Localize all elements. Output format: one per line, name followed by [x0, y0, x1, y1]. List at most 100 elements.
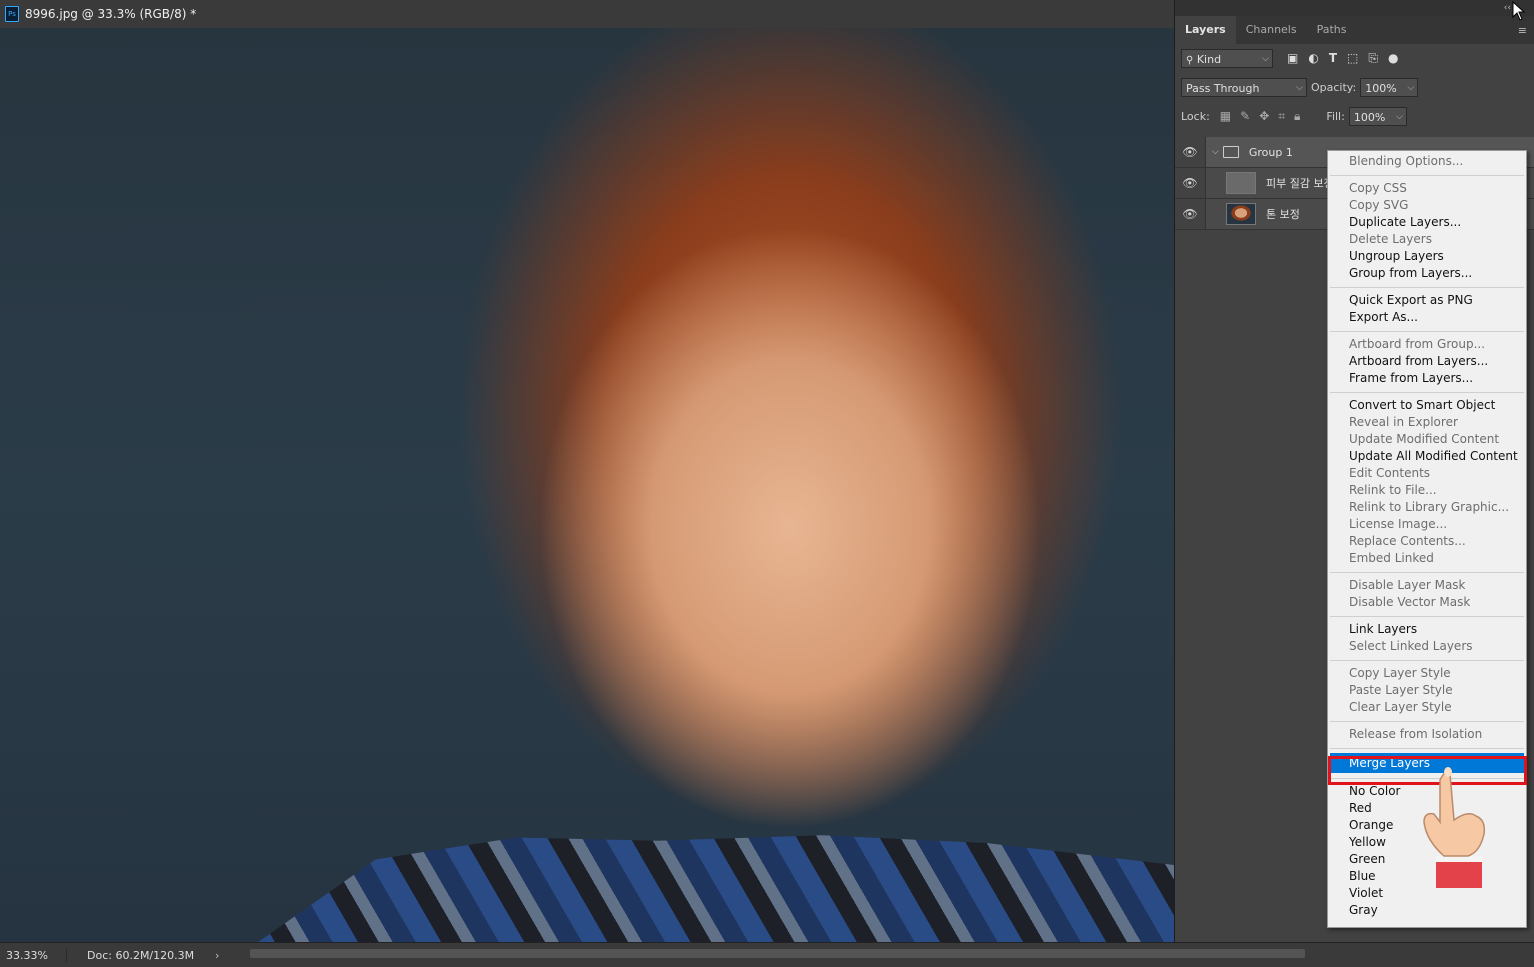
menu-item-replace-contents: Replace Contents... [1349, 534, 1466, 548]
opacity-value: 100% [1365, 82, 1397, 95]
menu-item-green[interactable]: Green [1328, 851, 1526, 868]
filter-row: ⚲ Kind ⌵ ▣ ◐ T ⬚ ⎘ ● [1175, 44, 1534, 73]
lock-row: Lock: ▦ ✎ ✥ ⌗ 🔒︎ Fill: 100% ⌵ [1175, 102, 1534, 131]
menu-item-group-from-layers[interactable]: Group from Layers... [1328, 265, 1526, 282]
fill-label: Fill: [1326, 110, 1345, 123]
filter-toggle-icon[interactable]: ● [1388, 51, 1398, 66]
menu-item-convert-to-smart-object[interactable]: Convert to Smart Object [1328, 397, 1526, 414]
lock-label: Lock: [1181, 110, 1210, 123]
document-tab[interactable]: Ps 8996.jpg @ 33.3% (RGB/8) * [0, 0, 1174, 29]
mouse-cursor-icon [1512, 1, 1526, 21]
menu-item-clear-layer-style: Clear Layer Style [1349, 700, 1452, 714]
menu-item-duplicate-layers[interactable]: Duplicate Layers... [1328, 214, 1526, 231]
layer-thumbnail [1226, 172, 1256, 194]
zoom-level[interactable]: 33.33% [0, 949, 66, 962]
chevron-down-icon: ⌵ [1407, 83, 1415, 93]
menu-item-select-linked-layers: Select Linked Layers [1349, 639, 1473, 653]
document-size: Doc: 60.2M/120.3M [66, 948, 215, 962]
menu-item-disable-layer-mask: Disable Layer Mask [1349, 578, 1466, 592]
menu-separator [1330, 616, 1524, 617]
smart-object-filter-icon[interactable]: ⎘ [1368, 51, 1378, 66]
status-bar: 33.33% Doc: 60.2M/120.3M › [0, 942, 1534, 967]
menu-item-orange[interactable]: Orange [1328, 817, 1526, 834]
menu-separator [1330, 287, 1524, 288]
eye-icon[interactable]: 👁︎ [1175, 145, 1205, 159]
menu-separator [1330, 778, 1524, 779]
adjustment-filter-icon[interactable]: ◐ [1308, 51, 1318, 66]
lock-position-icon[interactable]: ✥ [1259, 109, 1269, 124]
shape-filter-icon[interactable]: ⬚ [1347, 51, 1358, 66]
menu-item-license-image: License Image... [1349, 517, 1448, 531]
chevron-down-icon[interactable]: ⌵ [1212, 147, 1219, 157]
lock-transparent-icon[interactable]: ▦ [1220, 109, 1231, 124]
blend-mode-select[interactable]: Pass Through ⌵ [1181, 78, 1307, 97]
search-icon: ⚲ [1186, 55, 1194, 66]
menu-separator [1330, 331, 1524, 332]
lock-artboard-icon[interactable]: ⌗ [1278, 109, 1285, 124]
document-title: 8996.jpg @ 33.3% (RGB/8) * [25, 7, 197, 21]
menu-separator [1330, 392, 1524, 393]
pixel-filter-icon[interactable]: ▣ [1287, 51, 1298, 66]
chevron-down-icon: ⌵ [1396, 112, 1403, 122]
filter-kind-value: Kind [1196, 53, 1222, 66]
menu-item-frame-from-layers[interactable]: Frame from Layers... [1328, 370, 1526, 387]
menu-item-violet[interactable]: Violet [1328, 885, 1526, 902]
menu-item-ungroup-layers[interactable]: Ungroup Layers [1328, 248, 1526, 265]
menu-item-delete-layers: Delete Layers [1349, 232, 1432, 246]
lock-image-icon[interactable]: ✎ [1240, 109, 1250, 124]
fill-field[interactable]: 100% ⌵ [1348, 107, 1407, 126]
opacity-label: Opacity: [1311, 81, 1357, 94]
layer-name: Group 1 [1248, 145, 1293, 159]
menu-item-disable-vector-mask: Disable Vector Mask [1349, 595, 1471, 609]
image-canvas[interactable] [0, 28, 1174, 942]
menu-item-copy-svg: Copy SVG [1349, 198, 1409, 212]
menu-separator [1330, 572, 1524, 573]
menu-item-release-from-isolation: Release from Isolation [1349, 727, 1483, 741]
menu-item-artboard-from-group: Artboard from Group... [1349, 337, 1486, 351]
menu-item-copy-css: Copy CSS [1349, 181, 1407, 195]
menu-item-link-layers[interactable]: Link Layers [1328, 621, 1526, 638]
opacity-field[interactable]: 100% ⌵ [1360, 78, 1419, 97]
menu-item-export-as[interactable]: Export As... [1328, 309, 1526, 326]
filter-kind-select[interactable]: ⚲ Kind ⌵ [1181, 49, 1273, 68]
lock-all-icon[interactable]: 🔒︎ [1294, 109, 1300, 124]
tab-channels[interactable]: Channels [1236, 16, 1307, 44]
menu-item-embed-linked: Embed Linked [1349, 551, 1434, 565]
photoshop-icon: Ps [5, 6, 19, 22]
eye-icon[interactable]: 👁︎ [1175, 207, 1205, 221]
tab-layers[interactable]: Layers [1175, 16, 1236, 44]
menu-separator [1330, 721, 1524, 722]
blend-row: Pass Through ⌵ Opacity: 100% ⌵ [1175, 73, 1534, 102]
menu-item-relink-to-library-graphic: Relink to Library Graphic... [1349, 500, 1510, 514]
menu-item-blue[interactable]: Blue [1328, 868, 1526, 885]
hamburger-icon[interactable]: ≡ [1518, 24, 1527, 37]
menu-item-update-all-modified-content[interactable]: Update All Modified Content [1328, 448, 1526, 465]
menu-separator [1330, 660, 1524, 661]
menu-item-artboard-from-layers[interactable]: Artboard from Layers... [1328, 353, 1526, 370]
panel-header: ‹‹ [1175, 0, 1534, 16]
type-filter-icon[interactable]: T [1329, 51, 1337, 66]
horizontal-scrollbar[interactable] [250, 949, 1305, 958]
menu-item-merge-layers[interactable]: Merge Layers [1330, 753, 1524, 773]
menu-item-update-modified-content: Update Modified Content [1349, 432, 1500, 446]
blend-mode-value: Pass Through [1186, 82, 1260, 95]
menu-separator [1330, 748, 1524, 749]
chevron-down-icon: ⌵ [1262, 54, 1269, 64]
folder-icon [1222, 146, 1239, 158]
menu-item-relink-to-file: Relink to File... [1349, 483, 1437, 497]
chevron-right-icon[interactable]: › [215, 949, 235, 962]
layer-name: 톤 보정 [1266, 208, 1300, 221]
menu-item-gray[interactable]: Gray [1328, 902, 1526, 919]
menu-item-red[interactable]: Red [1328, 800, 1526, 817]
collapse-panel-icon[interactable]: ‹‹ [1504, 3, 1511, 13]
layer-name: 피부 질감 보정 [1266, 177, 1334, 190]
eye-icon[interactable]: 👁︎ [1175, 176, 1205, 190]
context-menu: Blending Options... Copy CSS Copy SVG Dupli… [1327, 150, 1527, 928]
menu-item-no-color[interactable]: No Color [1328, 783, 1526, 800]
panel-tabs: Layers Channels Paths ≡ [1175, 16, 1534, 44]
menu-item-copy-layer-style: Copy Layer Style [1349, 666, 1451, 680]
tab-paths[interactable]: Paths [1307, 16, 1357, 44]
menu-item-quick-export-as-png[interactable]: Quick Export as PNG [1328, 292, 1526, 309]
menu-separator [1330, 175, 1524, 176]
menu-item-yellow[interactable]: Yellow [1328, 834, 1526, 851]
